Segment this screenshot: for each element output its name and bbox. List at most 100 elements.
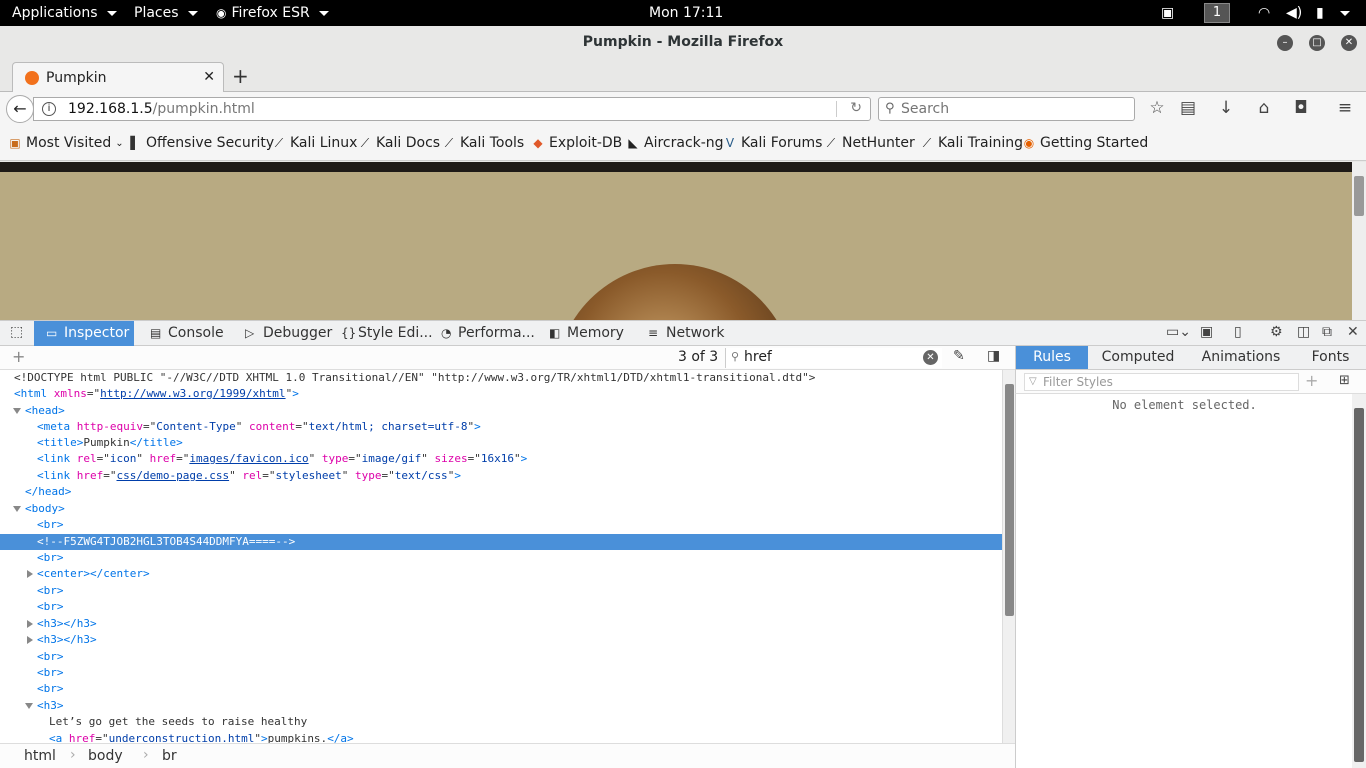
- wifi-icon[interactable]: ◠: [1258, 0, 1270, 26]
- reload-icon[interactable]: ↻: [850, 100, 862, 116]
- markup-line[interactable]: <link rel="icon" href="images/favicon.ic…: [0, 451, 1002, 467]
- breadcrumb-html[interactable]: html: [24, 748, 56, 764]
- toggle-sidebar-icon[interactable]: ◨: [987, 348, 1000, 364]
- tab-pumpkin[interactable]: Pumpkin ✕: [12, 62, 224, 92]
- expand-toggle-icon[interactable]: [25, 703, 33, 709]
- bookmark-kali-training[interactable]: ⟋ Kali Training: [920, 135, 1023, 151]
- markup-line[interactable]: <br>: [0, 517, 1002, 533]
- anchor-link[interactable]: underconstruction.html: [109, 732, 255, 743]
- hamburger-menu-icon[interactable]: ≡: [1334, 98, 1356, 118]
- bookmark-most-visited[interactable]: ▣ Most Visited ⌄: [8, 135, 123, 151]
- battery-icon[interactable]: ▮: [1316, 0, 1324, 26]
- markup-line[interactable]: <br>: [0, 649, 1002, 665]
- bookmark-kali-forums[interactable]: V Kali Forums: [723, 135, 823, 151]
- add-rule-icon[interactable]: +: [1305, 371, 1318, 390]
- markup-scrollbar[interactable]: [1002, 370, 1015, 743]
- markup-line[interactable]: <title>Pumpkin</title>: [0, 435, 1002, 451]
- markup-line[interactable]: <!DOCTYPE html PUBLIC "-//W3C//DTD XHTML…: [0, 370, 1002, 386]
- markup-line[interactable]: <meta http-equiv="Content-Type" content=…: [0, 419, 1002, 435]
- favicon-link[interactable]: images/favicon.ico: [189, 452, 308, 465]
- pseudo-class-toggle-icon[interactable]: ⊞: [1339, 373, 1350, 388]
- markup-line[interactable]: <br>: [0, 681, 1002, 697]
- workspace-indicator[interactable]: 1: [1204, 3, 1230, 23]
- dock-layout-icon[interactable]: ▭⌄: [1166, 324, 1191, 340]
- download-icon[interactable]: ↓: [1215, 98, 1237, 118]
- element-picker-icon[interactable]: ⬚: [10, 324, 23, 340]
- page-scrollbar-thumb[interactable]: [1354, 176, 1364, 216]
- clear-search-icon[interactable]: ✕: [923, 350, 938, 365]
- bookmark-getting-started[interactable]: ◉ Getting Started: [1022, 135, 1149, 151]
- markup-line[interactable]: <body>: [0, 501, 1002, 517]
- applications-menu[interactable]: Applications: [12, 0, 117, 26]
- breadcrumb-body[interactable]: body: [88, 748, 123, 764]
- page-scrollbar[interactable]: [1352, 162, 1366, 320]
- search-bar[interactable]: ⚲: [878, 97, 1135, 121]
- markup-line[interactable]: <center></center>: [0, 566, 1002, 582]
- new-tab-button[interactable]: +: [232, 64, 249, 88]
- bookmark-star-icon[interactable]: ☆: [1146, 98, 1168, 118]
- home-icon[interactable]: ⌂: [1253, 98, 1275, 118]
- tab-debugger[interactable]: ▷ Debugger: [235, 321, 332, 346]
- video-icon[interactable]: ▣: [1161, 0, 1174, 26]
- rules-scrollbar[interactable]: [1352, 394, 1366, 768]
- markup-scrollbar-thumb[interactable]: [1005, 384, 1014, 616]
- css-link[interactable]: css/demo-page.css: [117, 469, 230, 482]
- markup-line[interactable]: <br>: [0, 583, 1002, 599]
- markup-search-value[interactable]: href: [744, 349, 772, 365]
- markup-line[interactable]: <h3></h3>: [0, 616, 1002, 632]
- bookmark-kali-docs[interactable]: ⟋ Kali Docs: [358, 135, 440, 151]
- markup-view[interactable]: <!DOCTYPE html PUBLIC "-//W3C//DTD XHTML…: [0, 370, 1002, 743]
- tab-animations[interactable]: Animations: [1188, 346, 1294, 369]
- markup-line[interactable]: </head>: [0, 484, 1002, 500]
- url-bar[interactable]: i 192.168.1.5/pumpkin.html ↻: [33, 97, 871, 121]
- system-menu[interactable]: [1336, 0, 1350, 26]
- close-tab-icon[interactable]: ✕: [203, 69, 215, 85]
- tab-style-editor[interactable]: {} Style Edi...: [333, 321, 433, 346]
- firefox-esr-menu[interactable]: ◉ Firefox ESR: [216, 0, 329, 26]
- markup-line[interactable]: <head>: [0, 403, 1002, 419]
- rules-scrollbar-thumb[interactable]: [1354, 408, 1364, 762]
- tab-network[interactable]: ≡ Network: [636, 321, 736, 346]
- add-node-icon[interactable]: +: [12, 347, 25, 366]
- close-button[interactable]: ✕: [1341, 35, 1357, 51]
- places-menu[interactable]: Places: [134, 0, 198, 26]
- markup-line-selected[interactable]: <!--F5ZWG4TJOB2HGL3TOB4S44DDMFYA====-->: [0, 534, 1002, 550]
- expand-toggle-icon[interactable]: [27, 620, 33, 628]
- bookmark-nethunter[interactable]: ⟋ NetHunter: [824, 135, 915, 151]
- reading-list-icon[interactable]: ▤: [1177, 98, 1199, 118]
- close-devtools-icon[interactable]: ✕: [1347, 324, 1359, 340]
- bookmark-offensive-security[interactable]: ▌ Offensive Security: [128, 135, 274, 151]
- bookmark-aircrack-ng[interactable]: ◣ Aircrack-ng: [626, 135, 723, 151]
- responsive-design-icon[interactable]: ▯: [1234, 324, 1242, 340]
- markup-line[interactable]: Let’s go get the seeds to raise healthy: [0, 714, 1002, 730]
- minimize-button[interactable]: –: [1277, 35, 1293, 51]
- volume-icon[interactable]: ◀): [1286, 0, 1302, 26]
- expand-toggle-icon[interactable]: [13, 506, 21, 512]
- maximize-button[interactable]: □: [1309, 35, 1325, 51]
- split-console-icon[interactable]: ▣: [1200, 324, 1213, 340]
- markup-line[interactable]: <a href="underconstruction.html">pumpkin…: [0, 731, 1002, 743]
- expand-toggle-icon[interactable]: [13, 408, 21, 414]
- bookmark-kali-linux[interactable]: ⟋ Kali Linux: [272, 135, 358, 151]
- back-button[interactable]: ←: [6, 95, 34, 123]
- tab-console[interactable]: ▤ Console: [136, 321, 233, 346]
- pocket-icon[interactable]: ◘: [1290, 98, 1312, 118]
- undock-window-icon[interactable]: ⧉: [1322, 324, 1332, 340]
- markup-line[interactable]: <html xmlns="http://www.w3.org/1999/xhtm…: [0, 386, 1002, 402]
- markup-line[interactable]: <link href="css/demo-page.css" rel="styl…: [0, 468, 1002, 484]
- xmlns-link[interactable]: http://www.w3.org/1999/xhtml: [100, 387, 285, 400]
- tab-computed[interactable]: Computed: [1088, 346, 1188, 369]
- clock[interactable]: Mon 17:11: [649, 0, 723, 26]
- eyedropper-icon[interactable]: ✎: [953, 348, 965, 364]
- tab-inspector[interactable]: ▭ Inspector: [34, 321, 134, 346]
- markup-line[interactable]: <br>: [0, 599, 1002, 615]
- markup-line[interactable]: <h3></h3>: [0, 632, 1002, 648]
- dock-side-icon[interactable]: ◫: [1297, 324, 1310, 340]
- tab-rules[interactable]: Rules: [1016, 346, 1088, 369]
- tab-performance[interactable]: ◔ Performa...: [434, 321, 535, 346]
- expand-toggle-icon[interactable]: [27, 570, 33, 578]
- search-input[interactable]: [901, 100, 1121, 118]
- info-icon[interactable]: i: [42, 102, 56, 116]
- settings-gear-icon[interactable]: ⚙: [1270, 324, 1283, 340]
- markup-search-box[interactable]: ⚲ href ✕: [725, 348, 942, 368]
